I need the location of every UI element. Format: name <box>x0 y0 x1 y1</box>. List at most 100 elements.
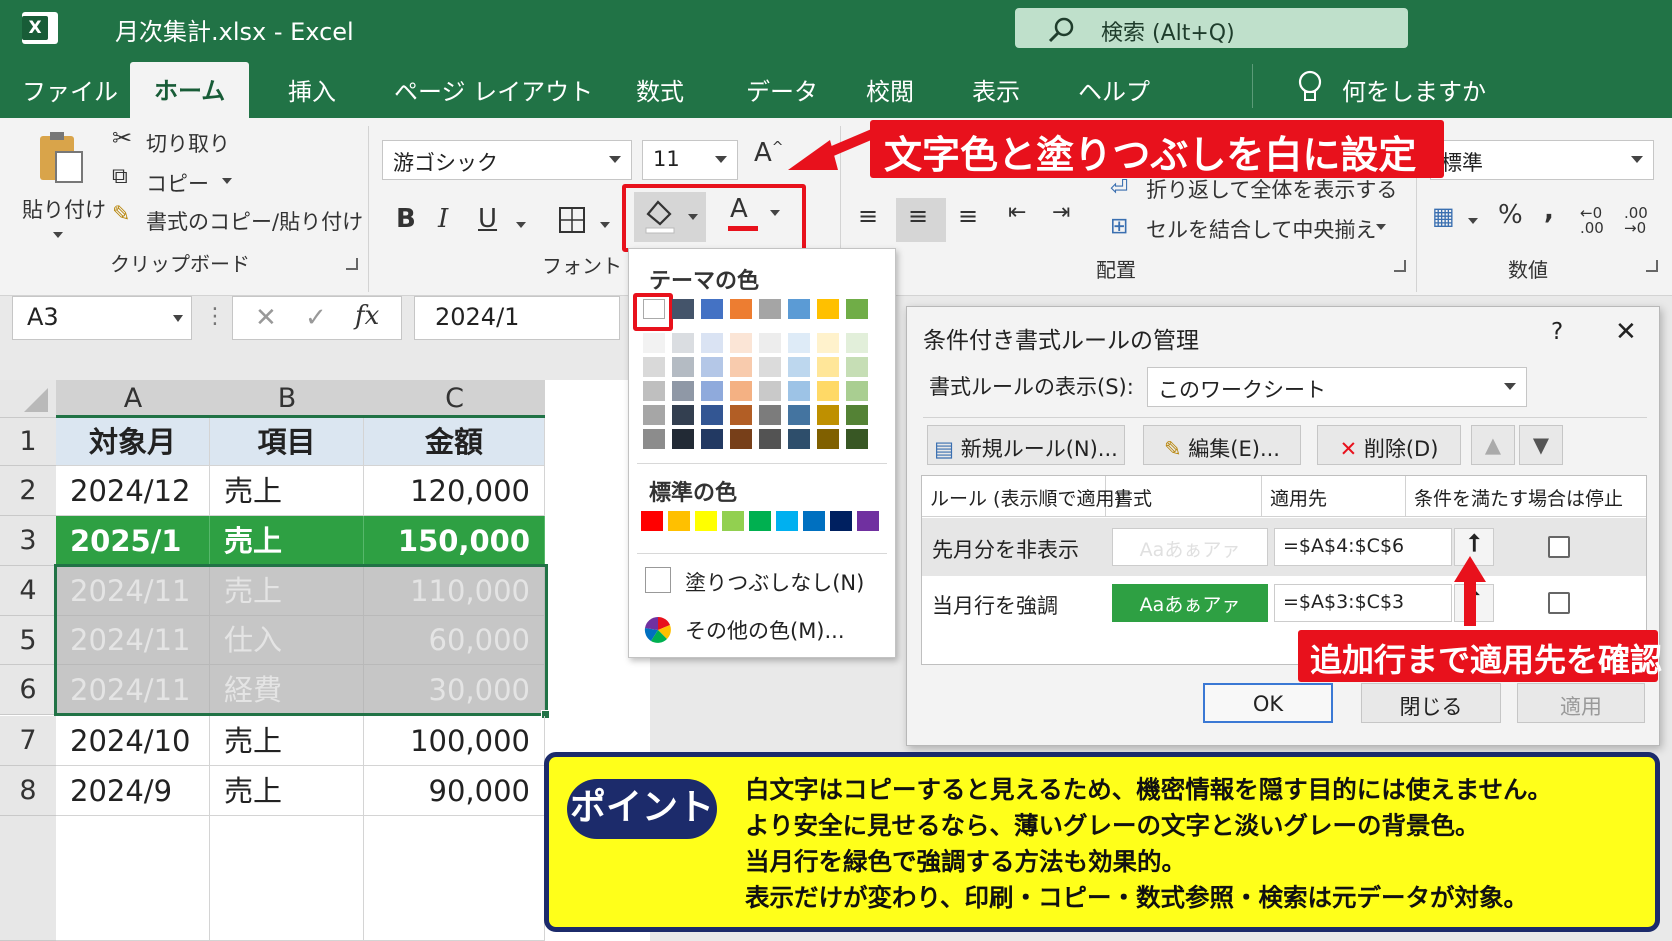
theme-color-swatch[interactable] <box>759 405 781 425</box>
table-cell-highlighted[interactable]: 売上 <box>210 516 364 566</box>
help-button[interactable]: ? <box>1551 319 1563 345</box>
theme-color-swatch[interactable] <box>759 381 781 401</box>
row-header[interactable]: 4 <box>0 566 56 616</box>
formula-input[interactable]: 2024/1 <box>414 296 620 340</box>
decrease-decimal-button[interactable]: .00 →0 <box>1624 206 1664 236</box>
table-cell[interactable]: 2024/12 <box>56 466 210 516</box>
row-header[interactable]: 7 <box>0 716 56 766</box>
table-cell[interactable]: 項目 <box>210 418 364 466</box>
theme-color-swatch[interactable] <box>846 357 868 377</box>
increase-font-icon[interactable]: A^ <box>754 138 784 168</box>
theme-color-swatch[interactable] <box>730 357 752 377</box>
cut-button[interactable]: 切り取り <box>146 128 230 158</box>
close-icon[interactable]: ✕ <box>1615 317 1637 347</box>
theme-color-swatch[interactable] <box>788 357 810 377</box>
show-rules-combo[interactable]: このワークシート <box>1147 367 1527 407</box>
theme-color-swatch[interactable] <box>788 299 810 319</box>
borders-dropdown-arrow[interactable] <box>600 222 610 228</box>
table-cell[interactable]: 金額 <box>364 418 545 466</box>
table-cell-empty[interactable] <box>364 816 545 941</box>
theme-color-swatch[interactable] <box>846 299 868 319</box>
standard-color-swatch[interactable] <box>641 511 663 531</box>
theme-color-swatch[interactable] <box>817 299 839 319</box>
tab-data[interactable]: データ <box>746 72 818 107</box>
table-cell-empty[interactable] <box>56 816 210 941</box>
table-cell-empty[interactable] <box>210 816 364 941</box>
table-cell[interactable]: 100,000 <box>364 716 545 766</box>
number-launcher-icon[interactable] <box>1646 260 1658 272</box>
stop-if-true-checkbox[interactable] <box>1548 592 1570 614</box>
comma-button[interactable]: , <box>1544 196 1554 226</box>
move-up-button[interactable]: ▲ <box>1471 425 1515 465</box>
number-format-combo[interactable]: 標準 <box>1430 140 1654 180</box>
select-all-icon[interactable] <box>18 386 52 414</box>
align-center-button[interactable]: ≡ <box>896 198 946 242</box>
theme-color-swatch[interactable] <box>701 405 723 425</box>
align-right-icon[interactable]: ≡ <box>958 202 978 230</box>
underline-button[interactable]: U <box>478 204 497 234</box>
standard-color-swatch[interactable] <box>776 511 798 531</box>
bold-button[interactable]: B <box>396 204 416 234</box>
tab-home[interactable]: ホーム <box>130 62 250 118</box>
table-cell[interactable]: 2024/9 <box>56 766 210 816</box>
theme-color-swatch[interactable] <box>643 357 665 377</box>
standard-color-swatch[interactable] <box>668 511 690 531</box>
copy-button[interactable]: コピー <box>146 168 209 198</box>
theme-color-swatch[interactable] <box>846 405 868 425</box>
enter-icon[interactable]: ✓ <box>305 303 327 333</box>
table-cell[interactable]: 売上 <box>210 466 364 516</box>
new-rule-button[interactable]: ▤ 新規ルール(N)... <box>927 425 1125 465</box>
paste-button[interactable]: 貼り付け <box>22 194 106 224</box>
no-fill-item[interactable]: 塗りつぶしなし(N) <box>685 567 864 597</box>
tab-file[interactable]: ファイル <box>22 72 118 107</box>
row-header[interactable]: 6 <box>0 665 56 715</box>
table-row[interactable]: 先月分を非表示 Aaあぁアァ =$A$4:$C$6 ⭡ <box>922 518 1646 576</box>
theme-color-swatch[interactable] <box>643 429 665 449</box>
apply-button[interactable]: 適用 <box>1517 683 1645 723</box>
theme-color-swatch[interactable] <box>672 357 694 377</box>
theme-color-swatch[interactable] <box>672 405 694 425</box>
theme-color-swatch[interactable] <box>846 381 868 401</box>
alignment-launcher-icon[interactable] <box>1394 260 1406 272</box>
currency-icon[interactable]: ▦ <box>1432 202 1455 230</box>
move-down-button[interactable]: ▼ <box>1519 425 1563 465</box>
theme-color-swatch[interactable] <box>730 333 752 353</box>
theme-color-swatch[interactable] <box>672 299 694 319</box>
standard-color-swatch[interactable] <box>695 511 717 531</box>
clipboard-launcher-icon[interactable] <box>346 258 358 270</box>
table-cell[interactable]: 2024/10 <box>56 716 210 766</box>
theme-color-swatch[interactable] <box>730 381 752 401</box>
theme-color-swatch[interactable] <box>701 381 723 401</box>
theme-color-swatch[interactable] <box>817 429 839 449</box>
font-name-combo[interactable]: 游ゴシック <box>382 140 632 180</box>
theme-color-swatch[interactable] <box>788 405 810 425</box>
underline-dropdown-arrow[interactable] <box>516 222 526 228</box>
table-cell[interactable]: 売上 <box>210 716 364 766</box>
theme-color-swatch[interactable] <box>759 429 781 449</box>
increase-indent-icon[interactable]: ⇥ <box>1052 200 1070 225</box>
theme-color-swatch[interactable] <box>846 333 868 353</box>
merge-center-button[interactable]: セルを結合して中央揃え <box>1146 214 1376 244</box>
table-row[interactable]: 当月行を強調 Aaあぁアァ =$A$3:$C$3 ⭡ <box>922 576 1646 630</box>
edit-rule-button[interactable]: ✎ 編集(E)... <box>1143 425 1301 465</box>
column-header-c[interactable]: C <box>364 380 545 418</box>
borders-icon[interactable] <box>558 206 586 234</box>
applies-to-field[interactable]: =$A$3:$C$3 <box>1274 584 1452 622</box>
theme-color-swatch[interactable] <box>788 381 810 401</box>
theme-color-swatch[interactable] <box>701 357 723 377</box>
theme-color-swatch[interactable] <box>730 299 752 319</box>
copy-dropdown-arrow[interactable] <box>222 178 232 184</box>
search-box[interactable]: 検索 (Alt+Q) <box>1015 8 1408 48</box>
column-header-a[interactable]: A <box>56 380 210 418</box>
name-box[interactable]: A3 <box>12 296 192 340</box>
theme-color-swatch[interactable] <box>672 333 694 353</box>
table-cell-highlighted[interactable]: 150,000 <box>364 516 545 566</box>
ok-button[interactable]: OK <box>1203 683 1333 723</box>
more-colors-item[interactable]: その他の色(M)... <box>685 615 845 645</box>
font-size-combo[interactable]: 11 <box>642 140 738 180</box>
theme-color-swatch[interactable] <box>701 333 723 353</box>
tab-formulas[interactable]: 数式 <box>636 72 684 107</box>
theme-color-swatch[interactable] <box>672 429 694 449</box>
tab-review[interactable]: 校閲 <box>866 72 914 107</box>
decrease-indent-icon[interactable]: ⇤ <box>1008 200 1026 225</box>
